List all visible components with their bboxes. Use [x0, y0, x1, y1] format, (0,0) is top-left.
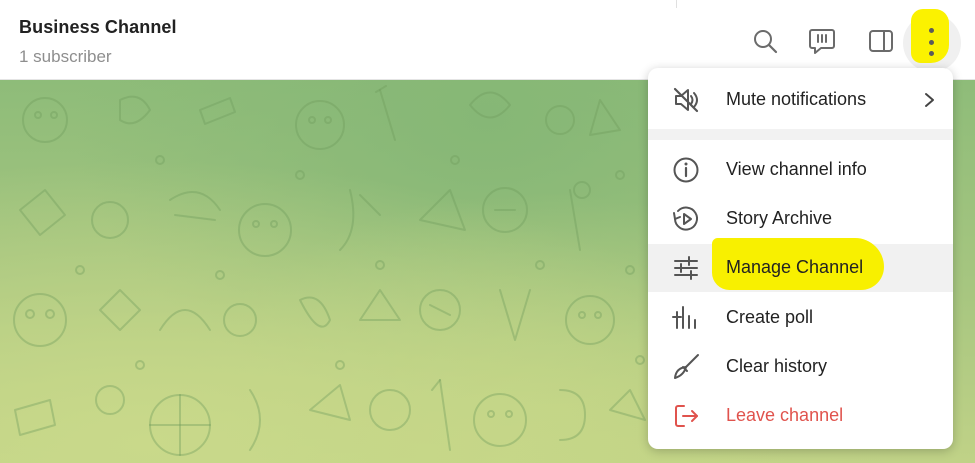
menu-item-leave-channel[interactable]: Leave channel: [648, 392, 953, 440]
broom-icon: [672, 353, 700, 381]
menu-item-story-archive[interactable]: Story Archive: [648, 195, 953, 243]
story-archive-icon: [672, 205, 700, 233]
menu-item-manage-channel[interactable]: Manage Channel: [648, 238, 953, 292]
menu-item-label: Create poll: [726, 307, 814, 327]
menu-item-label: Story Archive: [726, 208, 833, 228]
menu-separator: [648, 129, 953, 140]
menu-item-label: Manage Channel: [726, 257, 864, 277]
info-icon: [672, 156, 700, 184]
sidebar-icon[interactable]: [866, 26, 896, 56]
menu-item-label: View channel info: [726, 159, 867, 179]
sliders-icon: [672, 254, 700, 282]
header-divider: [676, 0, 677, 8]
channel-options-menu: Mute notifications View channel info Sto…: [648, 68, 953, 449]
leave-icon: [672, 402, 700, 430]
channel-title[interactable]: Business Channel: [19, 17, 177, 38]
subscriber-count: 1 subscriber: [19, 47, 112, 66]
chevron-right-icon: [925, 93, 934, 107]
menu-item-create-poll[interactable]: Create poll: [648, 294, 953, 342]
mute-notifications-icon: [672, 86, 700, 114]
more-vertical-icon[interactable]: [921, 28, 941, 56]
search-icon[interactable]: [750, 26, 780, 56]
menu-item-label: Leave channel: [726, 405, 844, 425]
poll-icon: [672, 304, 700, 332]
comments-icon[interactable]: [807, 26, 837, 56]
menu-item-label: Mute notifications: [726, 89, 867, 109]
menu-item-mute-notifications[interactable]: Mute notifications: [648, 76, 953, 124]
menu-item-view-channel-info[interactable]: View channel info: [648, 146, 953, 194]
menu-item-label: Clear history: [726, 356, 828, 376]
menu-item-clear-history[interactable]: Clear history: [648, 343, 953, 391]
